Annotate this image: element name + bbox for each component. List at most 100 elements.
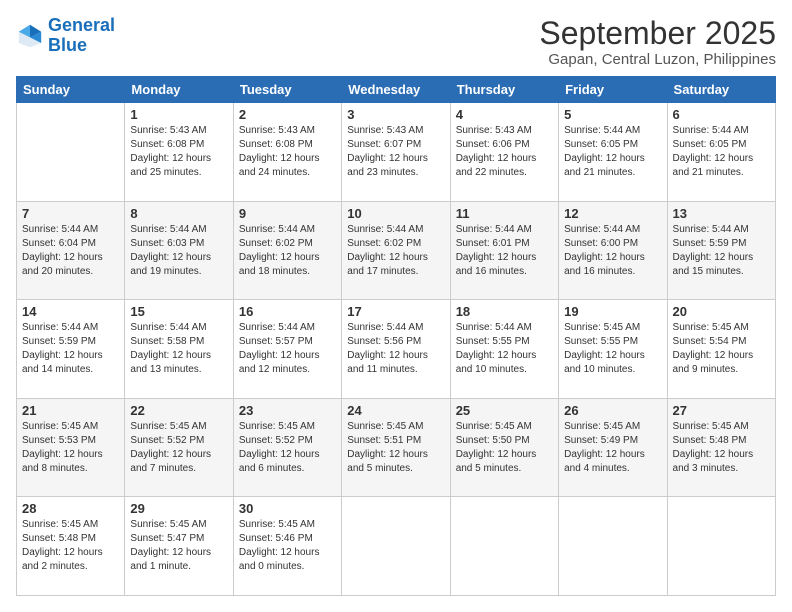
calendar-table: SundayMondayTuesdayWednesdayThursdayFrid… <box>16 76 776 596</box>
weekday-wednesday: Wednesday <box>342 77 450 103</box>
cell-info: Sunrise: 5:45 AM Sunset: 5:52 PM Dayligh… <box>130 420 227 476</box>
day-number: 17 <box>347 304 444 319</box>
day-number: 7 <box>22 206 119 221</box>
weekday-saturday: Saturday <box>667 77 775 103</box>
cell-info: Sunrise: 5:43 AM Sunset: 6:08 PM Dayligh… <box>239 124 336 180</box>
cell-info: Sunrise: 5:45 AM Sunset: 5:49 PM Dayligh… <box>564 420 661 476</box>
main-title: September 2025 <box>539 16 776 51</box>
day-number: 25 <box>456 403 553 418</box>
week-row-3: 14 Sunrise: 5:44 AM Sunset: 5:59 PM Dayli… <box>17 300 776 399</box>
cell-info: Sunrise: 5:45 AM Sunset: 5:52 PM Dayligh… <box>239 420 336 476</box>
cell-info: Sunrise: 5:44 AM Sunset: 6:05 PM Dayligh… <box>673 124 770 180</box>
cell-info: Sunrise: 5:45 AM Sunset: 5:54 PM Dayligh… <box>673 321 770 377</box>
day-number: 3 <box>347 107 444 122</box>
calendar-cell: 3 Sunrise: 5:43 AM Sunset: 6:07 PM Daylig… <box>342 103 450 202</box>
day-number: 29 <box>130 501 227 516</box>
weekday-monday: Monday <box>125 77 233 103</box>
day-number: 10 <box>347 206 444 221</box>
calendar-cell <box>667 497 775 596</box>
title-block: September 2025 Gapan, Central Luzon, Phi… <box>539 16 776 68</box>
day-number: 12 <box>564 206 661 221</box>
day-number: 6 <box>673 107 770 122</box>
calendar-cell <box>450 497 558 596</box>
calendar-cell: 14 Sunrise: 5:44 AM Sunset: 5:59 PM Dayli… <box>17 300 125 399</box>
day-number: 28 <box>22 501 119 516</box>
cell-info: Sunrise: 5:45 AM Sunset: 5:51 PM Dayligh… <box>347 420 444 476</box>
cell-info: Sunrise: 5:45 AM Sunset: 5:50 PM Dayligh… <box>456 420 553 476</box>
day-number: 4 <box>456 107 553 122</box>
logo-line1: General <box>48 15 115 35</box>
cell-info: Sunrise: 5:44 AM Sunset: 5:59 PM Dayligh… <box>673 223 770 279</box>
cell-info: Sunrise: 5:45 AM Sunset: 5:48 PM Dayligh… <box>22 518 119 574</box>
calendar-cell: 13 Sunrise: 5:44 AM Sunset: 5:59 PM Dayli… <box>667 201 775 300</box>
day-number: 24 <box>347 403 444 418</box>
calendar-cell: 25 Sunrise: 5:45 AM Sunset: 5:50 PM Dayli… <box>450 398 558 497</box>
cell-info: Sunrise: 5:44 AM Sunset: 5:59 PM Dayligh… <box>22 321 119 377</box>
calendar-cell: 29 Sunrise: 5:45 AM Sunset: 5:47 PM Dayli… <box>125 497 233 596</box>
calendar-cell: 26 Sunrise: 5:45 AM Sunset: 5:49 PM Dayli… <box>559 398 667 497</box>
header: General Blue September 2025 Gapan, Centr… <box>16 16 776 68</box>
cell-info: Sunrise: 5:45 AM Sunset: 5:47 PM Dayligh… <box>130 518 227 574</box>
cell-info: Sunrise: 5:44 AM Sunset: 6:04 PM Dayligh… <box>22 223 119 279</box>
day-number: 23 <box>239 403 336 418</box>
calendar-cell: 9 Sunrise: 5:44 AM Sunset: 6:02 PM Daylig… <box>233 201 341 300</box>
week-row-2: 7 Sunrise: 5:44 AM Sunset: 6:04 PM Daylig… <box>17 201 776 300</box>
day-number: 27 <box>673 403 770 418</box>
cell-info: Sunrise: 5:43 AM Sunset: 6:08 PM Dayligh… <box>130 124 227 180</box>
calendar-cell: 7 Sunrise: 5:44 AM Sunset: 6:04 PM Daylig… <box>17 201 125 300</box>
cell-info: Sunrise: 5:44 AM Sunset: 5:58 PM Dayligh… <box>130 321 227 377</box>
weekday-friday: Friday <box>559 77 667 103</box>
calendar-cell: 24 Sunrise: 5:45 AM Sunset: 5:51 PM Dayli… <box>342 398 450 497</box>
weekday-sunday: Sunday <box>17 77 125 103</box>
day-number: 26 <box>564 403 661 418</box>
cell-info: Sunrise: 5:44 AM Sunset: 5:55 PM Dayligh… <box>456 321 553 377</box>
cell-info: Sunrise: 5:44 AM Sunset: 6:02 PM Dayligh… <box>239 223 336 279</box>
day-number: 14 <box>22 304 119 319</box>
cell-info: Sunrise: 5:45 AM Sunset: 5:48 PM Dayligh… <box>673 420 770 476</box>
cell-info: Sunrise: 5:44 AM Sunset: 5:56 PM Dayligh… <box>347 321 444 377</box>
calendar-cell: 11 Sunrise: 5:44 AM Sunset: 6:01 PM Dayli… <box>450 201 558 300</box>
calendar-cell: 23 Sunrise: 5:45 AM Sunset: 5:52 PM Dayli… <box>233 398 341 497</box>
day-number: 22 <box>130 403 227 418</box>
calendar-cell: 5Sunrise: 5:44 AM Sunset: 6:05 PM Daylig… <box>559 103 667 202</box>
calendar-cell <box>17 103 125 202</box>
calendar-cell: 30Sunrise: 5:45 AM Sunset: 5:46 PM Dayli… <box>233 497 341 596</box>
day-number: 11 <box>456 206 553 221</box>
weekday-header-row: SundayMondayTuesdayWednesdayThursdayFrid… <box>17 77 776 103</box>
calendar-cell: 27 Sunrise: 5:45 AM Sunset: 5:48 PM Dayli… <box>667 398 775 497</box>
day-number: 16 <box>239 304 336 319</box>
day-number: 5 <box>564 107 661 122</box>
cell-info: Sunrise: 5:45 AM Sunset: 5:55 PM Dayligh… <box>564 321 661 377</box>
week-row-4: 21Sunrise: 5:45 AM Sunset: 5:53 PM Dayli… <box>17 398 776 497</box>
calendar-cell: 19Sunrise: 5:45 AM Sunset: 5:55 PM Dayli… <box>559 300 667 399</box>
cell-info: Sunrise: 5:45 AM Sunset: 5:53 PM Dayligh… <box>22 420 119 476</box>
day-number: 30 <box>239 501 336 516</box>
calendar-cell: 10 Sunrise: 5:44 AM Sunset: 6:02 PM Dayli… <box>342 201 450 300</box>
cell-info: Sunrise: 5:44 AM Sunset: 6:01 PM Dayligh… <box>456 223 553 279</box>
calendar-cell: 12Sunrise: 5:44 AM Sunset: 6:00 PM Dayli… <box>559 201 667 300</box>
day-number: 18 <box>456 304 553 319</box>
calendar-cell: 20 Sunrise: 5:45 AM Sunset: 5:54 PM Dayli… <box>667 300 775 399</box>
logo: General Blue <box>16 16 115 56</box>
page: General Blue September 2025 Gapan, Centr… <box>0 0 792 612</box>
calendar-cell: 4 Sunrise: 5:43 AM Sunset: 6:06 PM Daylig… <box>450 103 558 202</box>
day-number: 9 <box>239 206 336 221</box>
calendar-cell: 16 Sunrise: 5:44 AM Sunset: 5:57 PM Dayli… <box>233 300 341 399</box>
week-row-5: 28 Sunrise: 5:45 AM Sunset: 5:48 PM Dayli… <box>17 497 776 596</box>
day-number: 8 <box>130 206 227 221</box>
calendar-cell: 15 Sunrise: 5:44 AM Sunset: 5:58 PM Dayli… <box>125 300 233 399</box>
cell-info: Sunrise: 5:43 AM Sunset: 6:06 PM Dayligh… <box>456 124 553 180</box>
calendar-cell: 18 Sunrise: 5:44 AM Sunset: 5:55 PM Dayli… <box>450 300 558 399</box>
week-row-1: 1Sunrise: 5:43 AM Sunset: 6:08 PM Daylig… <box>17 103 776 202</box>
calendar-cell: 2 Sunrise: 5:43 AM Sunset: 6:08 PM Daylig… <box>233 103 341 202</box>
cell-info: Sunrise: 5:44 AM Sunset: 6:03 PM Dayligh… <box>130 223 227 279</box>
cell-info: Sunrise: 5:43 AM Sunset: 6:07 PM Dayligh… <box>347 124 444 180</box>
day-number: 20 <box>673 304 770 319</box>
calendar-cell <box>559 497 667 596</box>
weekday-tuesday: Tuesday <box>233 77 341 103</box>
cell-info: Sunrise: 5:44 AM Sunset: 5:57 PM Dayligh… <box>239 321 336 377</box>
day-number: 13 <box>673 206 770 221</box>
day-number: 2 <box>239 107 336 122</box>
cell-info: Sunrise: 5:44 AM Sunset: 6:02 PM Dayligh… <box>347 223 444 279</box>
day-number: 15 <box>130 304 227 319</box>
